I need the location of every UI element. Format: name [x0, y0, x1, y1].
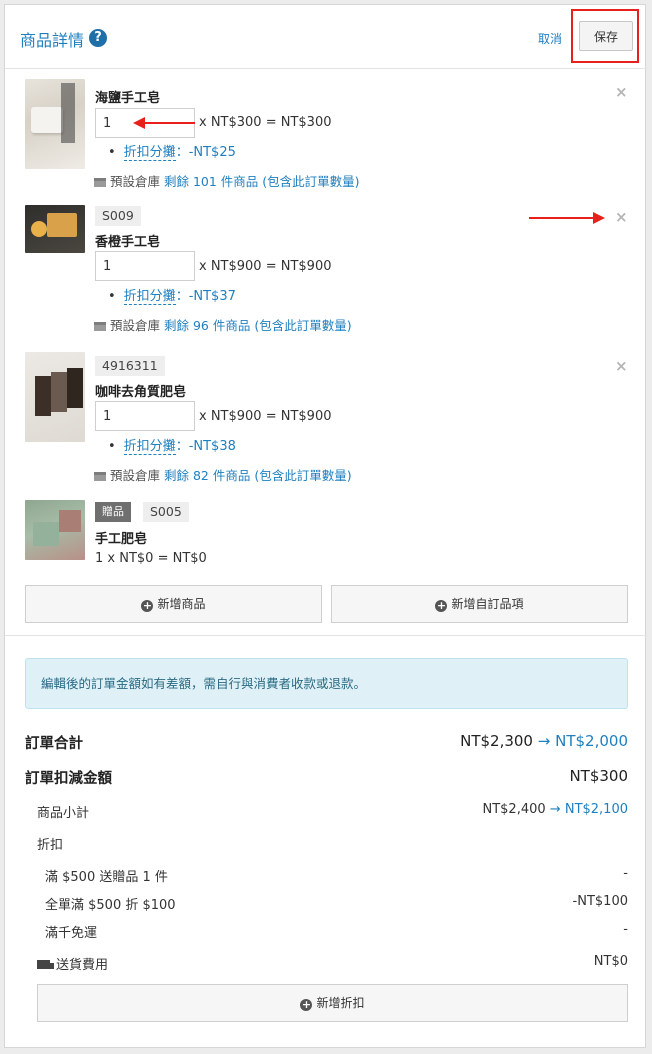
discount-allocation: • 折扣分攤：-NT$38 [108, 439, 236, 455]
remove-icon[interactable]: × [615, 357, 628, 375]
annotation-arrow-head [133, 117, 145, 129]
order-total-label: 訂單合計 [25, 736, 83, 752]
add-custom-item-button[interactable]: + 新增自訂品項 [331, 585, 628, 623]
shipping-label: 送貨費用 [37, 954, 108, 973]
sku-badge: 4916311 [95, 356, 165, 376]
item-name: 手工肥皂 [95, 532, 148, 547]
discount-allocation-value: ：-NT$37 [175, 289, 236, 304]
warehouse-label: 預設倉庫 [110, 318, 161, 333]
discount-allocation-label[interactable]: 折扣分攤 [123, 439, 176, 455]
item-name: 海鹽手工皂 [95, 91, 161, 106]
gift-badge: 贈品 [95, 502, 131, 522]
section-divider [5, 635, 647, 636]
page-title: 商品詳情 [20, 31, 85, 50]
add-product-label: 新增商品 [157, 597, 206, 611]
order-deduction-value: NT$300 [569, 767, 628, 785]
discount-allocation-value: ：-NT$38 [175, 439, 236, 454]
discount-allocation-value: ：-NT$25 [175, 145, 236, 160]
stock-link[interactable]: 剩餘 82 件商品 (包含此訂單數量) [164, 468, 352, 483]
add-discount-button[interactable]: + 新增折扣 [37, 984, 628, 1022]
warehouse-icon [94, 472, 106, 481]
remove-icon[interactable]: × [615, 208, 628, 226]
price-line: x NT$300 = NT$300 [199, 115, 332, 130]
discount-item-label: 滿千免運 [45, 926, 98, 941]
stock-link[interactable]: 剩餘 101 件商品 (包含此訂單數量) [164, 174, 360, 189]
arrow-right-icon: → [537, 732, 551, 750]
item-name: 咖啡去角質肥皂 [95, 385, 187, 400]
price-line: x NT$900 = NT$900 [199, 409, 332, 424]
add-discount-label: 新增折扣 [316, 996, 365, 1010]
quantity-input[interactable] [95, 401, 195, 431]
cancel-button[interactable]: 取消 [538, 30, 562, 47]
discount-item-value: -NT$100 [572, 894, 628, 909]
help-icon[interactable]: ? [89, 29, 107, 47]
discount-allocation: • 折扣分攤：-NT$37 [108, 289, 236, 305]
quantity-input[interactable] [95, 251, 195, 281]
item-name: 香橙手工皂 [95, 235, 161, 250]
plus-circle-icon: + [300, 998, 313, 1011]
stock-info: 預設倉庫 剩餘 101 件商品 (包含此訂單數量) [94, 171, 360, 190]
stock-info: 預設倉庫 剩餘 82 件商品 (包含此訂單數量) [94, 465, 352, 484]
product-details-panel: 商品詳情 ? 取消 保存 海鹽手工皂 × x NT$300 = NT$300 •… [4, 4, 647, 1048]
product-thumbnail [25, 500, 85, 560]
subtotal-label: 商品小計 [37, 806, 90, 821]
discount-item-value: - [623, 866, 628, 881]
plus-circle-icon: + [435, 599, 448, 612]
stock-link[interactable]: 剩餘 96 件商品 (包含此訂單數量) [164, 318, 352, 333]
product-thumbnail [25, 352, 85, 442]
warehouse-label: 預設倉庫 [110, 174, 161, 189]
info-notice: 編輯後的訂單金額如有差額，需自行與消費者收款或退款。 [25, 658, 628, 709]
discount-item-value: - [623, 922, 628, 937]
product-thumbnail [25, 205, 85, 253]
annotation-arrow-line [145, 122, 195, 124]
warehouse-icon [94, 178, 106, 187]
price-line: x NT$900 = NT$900 [199, 259, 332, 274]
stock-info: 預設倉庫 剩餘 96 件商品 (包含此訂單數量) [94, 315, 352, 334]
annotation-arrow-head [593, 212, 605, 224]
add-custom-item-label: 新增自訂品項 [451, 597, 524, 611]
save-button[interactable]: 保存 [579, 21, 633, 51]
truck-icon [37, 960, 54, 969]
sku-badge: S009 [95, 206, 141, 226]
discount-allocation: • 折扣分攤：-NT$25 [108, 145, 236, 161]
product-thumbnail [25, 79, 85, 169]
discount-allocation-label[interactable]: 折扣分攤 [123, 289, 176, 305]
discount-item-label: 滿 $500 送贈品 1 件 [45, 870, 168, 885]
subtotal-value: NT$2,400 → NT$2,100 [482, 802, 629, 817]
annotation-arrow-line [529, 217, 593, 219]
order-total-value: NT$2,300 → NT$2,000 [460, 732, 628, 750]
remove-icon[interactable]: × [615, 83, 628, 101]
warehouse-icon [94, 322, 106, 331]
discount-item-label: 全單滿 $500 折 $100 [45, 898, 176, 913]
sku-badge: S005 [143, 502, 189, 522]
discount-allocation-label[interactable]: 折扣分攤 [123, 145, 176, 161]
warehouse-label: 預設倉庫 [110, 468, 161, 483]
add-product-button[interactable]: + 新增商品 [25, 585, 322, 623]
discount-label: 折扣 [37, 838, 64, 853]
arrow-right-icon: → [549, 802, 561, 817]
shipping-value: NT$0 [593, 954, 628, 969]
price-line: 1 x NT$0 = NT$0 [95, 551, 207, 566]
order-deduction-label: 訂單扣減金額 [25, 771, 112, 787]
plus-circle-icon: + [141, 599, 154, 612]
panel-header: 商品詳情 ? 取消 保存 [5, 5, 647, 69]
